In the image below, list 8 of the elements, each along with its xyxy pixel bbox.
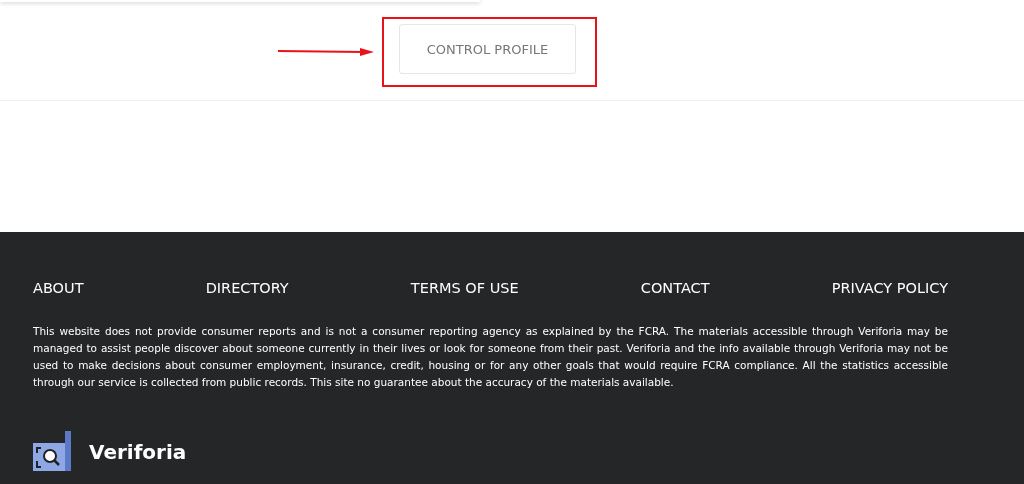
footer-link[interactable]: PRIVACY POLICY xyxy=(831,280,948,296)
brand-name: Veriforia xyxy=(89,440,187,464)
control-profile-button[interactable]: CONTROL PROFILE xyxy=(399,24,576,74)
footer-link[interactable]: DIRECTORY xyxy=(205,280,289,296)
footer-link[interactable]: ABOUT xyxy=(33,280,84,296)
footer-link[interactable]: TERMS OF USE xyxy=(410,280,519,296)
disclaimer-text: This website does not provide consumer reports and is not a consumer reporting agency as explained by the FCRA. The materials accessible through Veriforia may be managed to assist people discover about someone currently in their lives or look for someone from their past. Veriforia and the info available through Veriforia may not be used to make decisions about consumer employment, insurance, credit, housing or for any other goals that would require FCRA compliance. All the statistics accessible through our service is collected from public records. This site no guarantee about the accuracy of the materials available. xyxy=(33,324,948,390)
footer-link[interactable]: CONTACT xyxy=(640,280,710,296)
